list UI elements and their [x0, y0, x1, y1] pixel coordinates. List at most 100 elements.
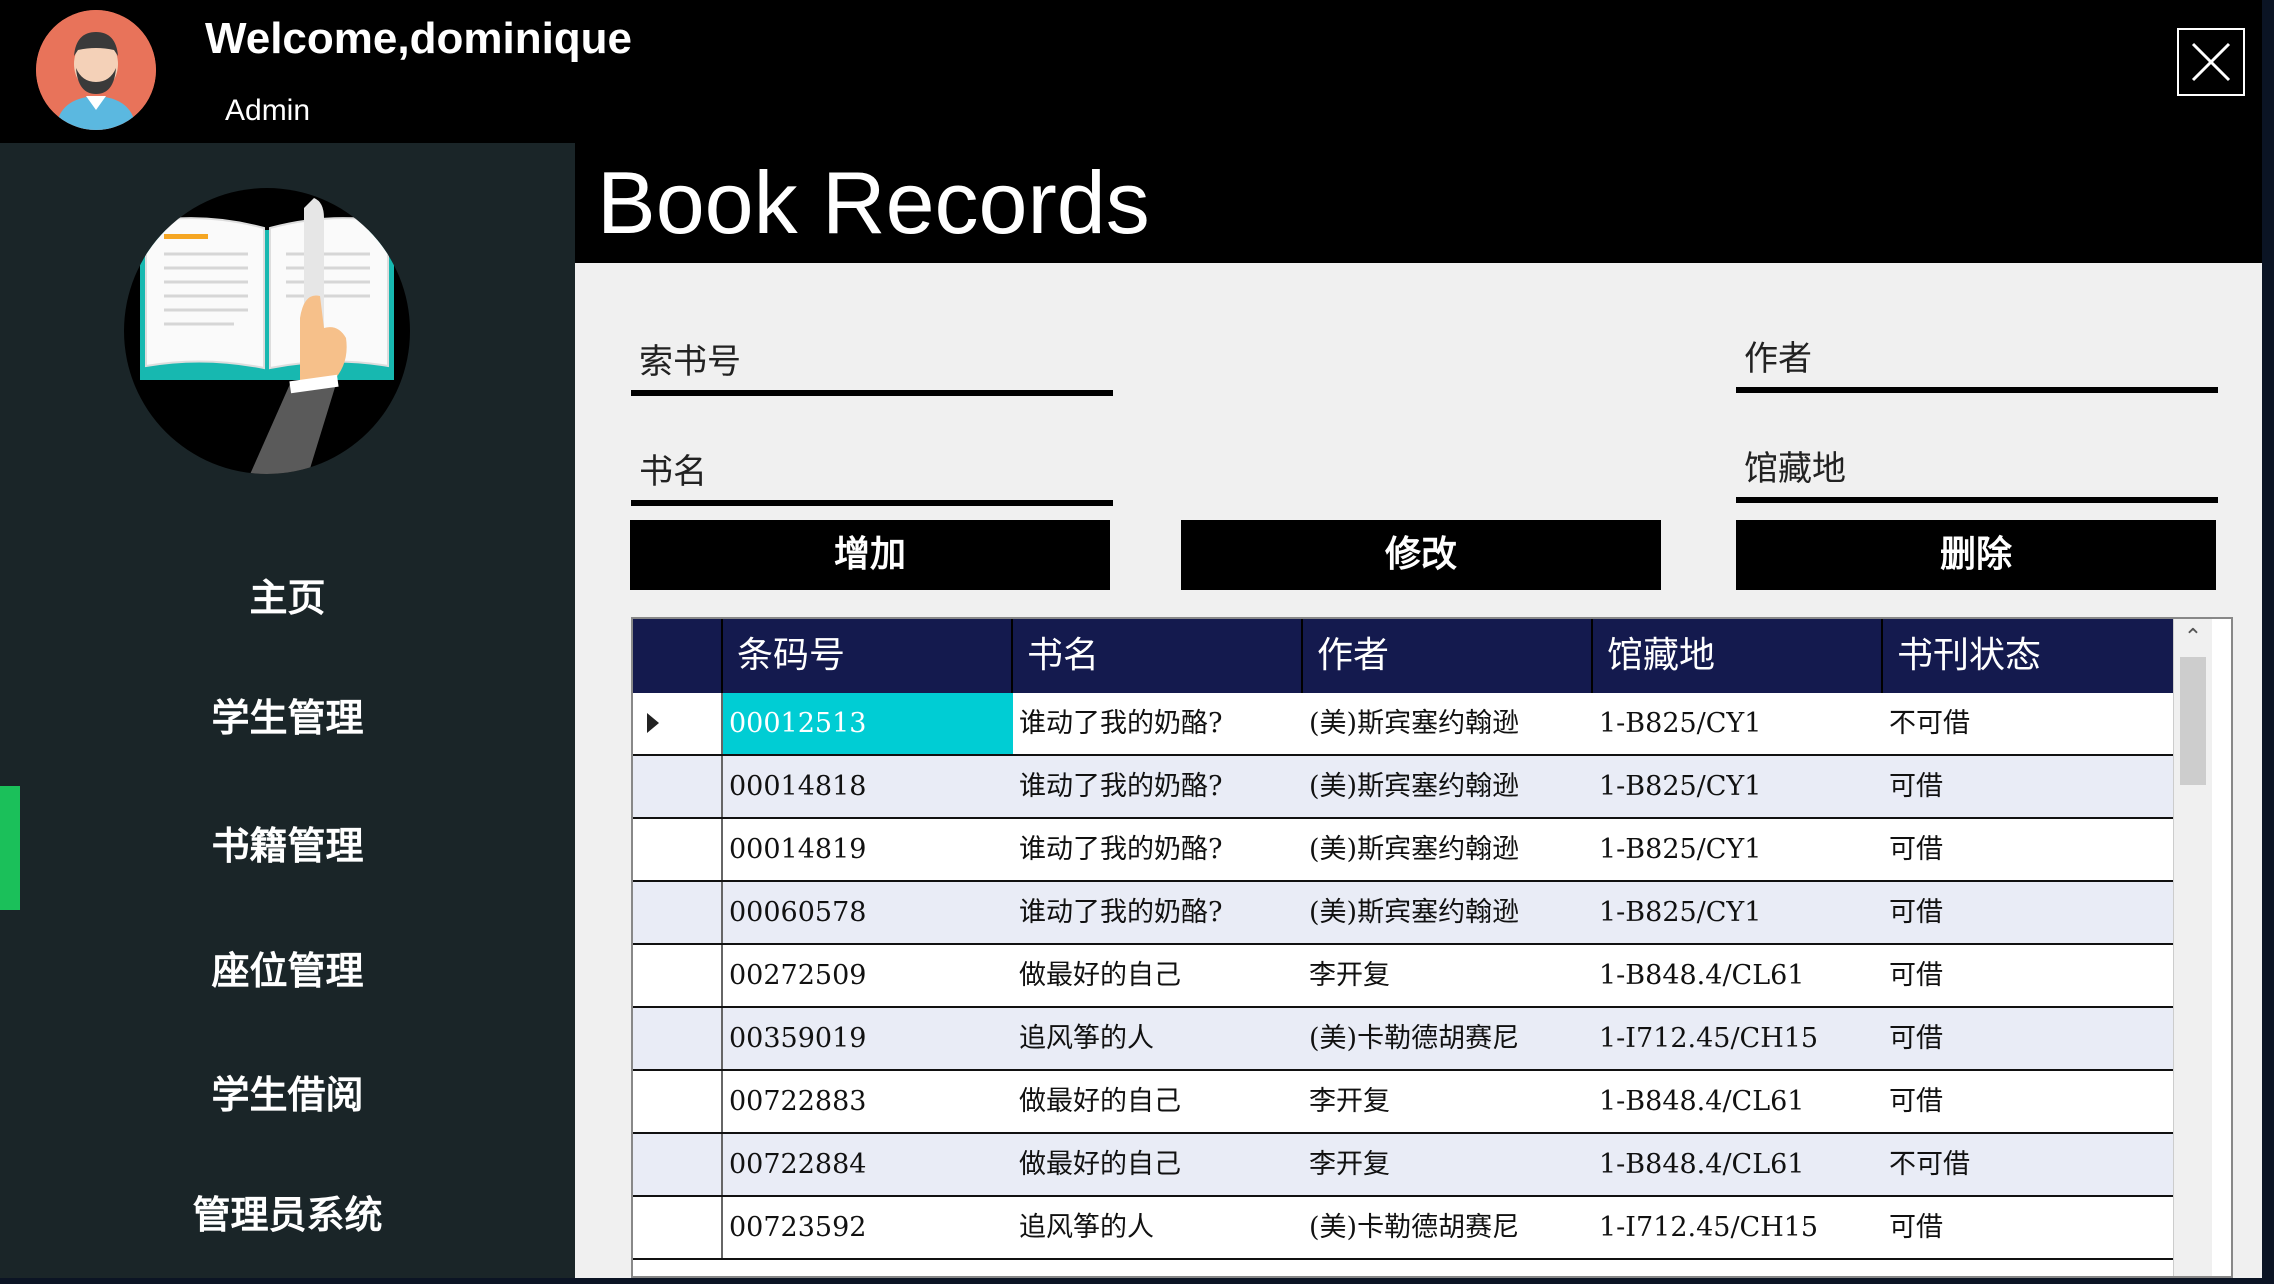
location-field[interactable]: 馆藏地	[1736, 413, 2222, 503]
cell-author[interactable]: 李开复	[1303, 1071, 1593, 1132]
column-header-location[interactable]: 馆藏地	[1593, 619, 1883, 693]
cell-title[interactable]: 做最好的自己	[1013, 1071, 1303, 1132]
cell-title[interactable]: 谁动了我的奶酪?	[1013, 756, 1303, 817]
user-role: Admin	[225, 94, 311, 127]
column-header-status[interactable]: 书刊状态	[1883, 619, 2173, 693]
cell-location[interactable]: 1-B825/CY1	[1593, 756, 1883, 817]
author-input[interactable]	[1736, 303, 2222, 389]
cell-author[interactable]: (美)卡勒德胡赛尼	[1303, 1008, 1593, 1069]
cell-status[interactable]: 可借	[1883, 756, 2173, 817]
cell-title[interactable]: 做最好的自己	[1013, 1134, 1303, 1195]
row-selector[interactable]	[633, 756, 723, 817]
cell-status[interactable]: 可借	[1883, 1071, 2173, 1132]
cell-barcode[interactable]: 00359019	[723, 1008, 1013, 1069]
cell-location[interactable]: 1-B825/CY1	[1593, 693, 1883, 754]
sidebar-item-admin-system[interactable]: 管理员系统	[0, 1170, 575, 1260]
cell-barcode[interactable]: 00722883	[723, 1071, 1013, 1132]
table-row[interactable]: 00272509 做最好的自己 李开复 1-B848.4/CL61 可借	[633, 945, 2173, 1008]
column-header-author[interactable]: 作者	[1303, 619, 1593, 693]
cell-status[interactable]: 可借	[1883, 1197, 2173, 1258]
cell-barcode[interactable]: 00014818	[723, 756, 1013, 817]
cell-status[interactable]: 不可借	[1883, 1134, 2173, 1195]
cell-author[interactable]: (美)卡勒德胡赛尼	[1303, 1197, 1593, 1258]
book-records-table[interactable]: 条码号 书名 作者 馆藏地 书刊状态 00012513 谁动了我的奶酪? (美)…	[631, 617, 2233, 1278]
row-selector[interactable]	[633, 1071, 723, 1132]
author-field[interactable]: 作者	[1736, 303, 2222, 393]
chevron-up-icon[interactable]: ⌃	[2174, 619, 2212, 657]
current-row-arrow-icon	[647, 713, 659, 733]
call-number-field[interactable]: 索书号	[631, 306, 1117, 396]
row-selector[interactable]	[633, 1197, 723, 1258]
cell-author[interactable]: (美)斯宾塞约翰逊	[1303, 756, 1593, 817]
cell-author[interactable]: (美)斯宾塞约翰逊	[1303, 819, 1593, 880]
cell-title[interactable]: 追风筝的人	[1013, 1197, 1303, 1258]
cell-status[interactable]: 可借	[1883, 945, 2173, 1006]
cell-barcode[interactable]: 00012513	[723, 693, 1013, 754]
edit-button[interactable]: 修改	[1181, 520, 1661, 590]
row-selector[interactable]	[633, 1134, 723, 1195]
table-row[interactable]: 00060578 谁动了我的奶酪? (美)斯宾塞约翰逊 1-B825/CY1 可…	[633, 882, 2173, 945]
row-selector[interactable]	[633, 819, 723, 880]
cell-author[interactable]: 李开复	[1303, 1134, 1593, 1195]
table-row[interactable]: 00359019 追风筝的人 (美)卡勒德胡赛尼 1-I712.45/CH15 …	[633, 1008, 2173, 1071]
cell-location[interactable]: 1-B825/CY1	[1593, 819, 1883, 880]
book-logo-icon	[124, 188, 410, 474]
app-window: Welcome,dominique Admin 主页 学生管理 书籍管理 座位管…	[0, 0, 2262, 1278]
sidebar-item-home[interactable]: 主页	[0, 553, 575, 643]
column-header-barcode[interactable]: 条码号	[723, 619, 1013, 693]
sidebar-item-book-management[interactable]: 书籍管理	[0, 801, 575, 891]
cell-title[interactable]: 谁动了我的奶酪?	[1013, 819, 1303, 880]
header-row-selector	[633, 619, 723, 693]
row-selector[interactable]	[633, 1008, 723, 1069]
table-row[interactable]: 00012513 谁动了我的奶酪? (美)斯宾塞约翰逊 1-B825/CY1 不…	[633, 693, 2173, 756]
cell-author[interactable]: (美)斯宾塞约翰逊	[1303, 693, 1593, 754]
sidebar: 主页 学生管理 书籍管理 座位管理 学生借阅 管理员系统	[0, 143, 575, 1278]
cell-title[interactable]: 追风筝的人	[1013, 1008, 1303, 1069]
table-row[interactable]: 00014818 谁动了我的奶酪? (美)斯宾塞约翰逊 1-B825/CY1 可…	[633, 756, 2173, 819]
cell-status[interactable]: 可借	[1883, 1008, 2173, 1069]
column-header-title[interactable]: 书名	[1013, 619, 1303, 693]
call-number-input[interactable]	[631, 306, 1117, 392]
cell-barcode[interactable]: 00723592	[723, 1197, 1013, 1258]
add-button[interactable]: 增加	[630, 520, 1110, 590]
cell-title[interactable]: 谁动了我的奶酪?	[1013, 882, 1303, 943]
table-row[interactable]: 00722884 做最好的自己 李开复 1-B848.4/CL61 不可借	[633, 1134, 2173, 1197]
cell-location[interactable]: 1-B848.4/CL61	[1593, 945, 1883, 1006]
main-content: 索书号 作者 书名 馆藏地 增加 修改 删除 条码号 书名 作者 馆藏地 书刊状…	[575, 263, 2262, 1278]
cell-barcode[interactable]: 00014819	[723, 819, 1013, 880]
cell-title[interactable]: 做最好的自己	[1013, 945, 1303, 1006]
close-button[interactable]	[2177, 28, 2245, 96]
cell-author[interactable]: (美)斯宾塞约翰逊	[1303, 882, 1593, 943]
table-row[interactable]: 00014819 谁动了我的奶酪? (美)斯宾塞约翰逊 1-B825/CY1 可…	[633, 819, 2173, 882]
user-avatar-icon	[36, 10, 156, 130]
row-selector[interactable]	[633, 882, 723, 943]
cell-location[interactable]: 1-I712.45/CH15	[1593, 1197, 1883, 1258]
page-title: Book Records	[597, 153, 1150, 252]
cell-location[interactable]: 1-B848.4/CL61	[1593, 1071, 1883, 1132]
cell-status[interactable]: 可借	[1883, 882, 2173, 943]
cell-barcode[interactable]: 00272509	[723, 945, 1013, 1006]
title-input[interactable]	[631, 416, 1117, 502]
cell-location[interactable]: 1-B825/CY1	[1593, 882, 1883, 943]
sidebar-item-student-management[interactable]: 学生管理	[0, 673, 575, 763]
sidebar-item-seat-management[interactable]: 座位管理	[0, 926, 575, 1016]
table-vertical-scrollbar[interactable]: ⌃	[2173, 619, 2212, 1276]
cell-status[interactable]: 不可借	[1883, 693, 2173, 754]
title-field[interactable]: 书名	[631, 416, 1117, 506]
cell-barcode[interactable]: 00060578	[723, 882, 1013, 943]
row-selector[interactable]	[633, 945, 723, 1006]
delete-button[interactable]: 删除	[1736, 520, 2216, 590]
row-selector[interactable]	[633, 693, 723, 754]
sidebar-item-student-borrowing[interactable]: 学生借阅	[0, 1050, 575, 1140]
cell-barcode[interactable]: 00722884	[723, 1134, 1013, 1195]
welcome-text: Welcome,dominique	[205, 14, 633, 63]
location-input[interactable]	[1736, 413, 2222, 499]
table-row[interactable]: 00722883 做最好的自己 李开复 1-B848.4/CL61 可借	[633, 1071, 2173, 1134]
cell-status[interactable]: 可借	[1883, 819, 2173, 880]
cell-author[interactable]: 李开复	[1303, 945, 1593, 1006]
scrollbar-thumb[interactable]	[2180, 657, 2206, 785]
cell-location[interactable]: 1-I712.45/CH15	[1593, 1008, 1883, 1069]
table-row[interactable]: 00723592 追风筝的人 (美)卡勒德胡赛尼 1-I712.45/CH15 …	[633, 1197, 2173, 1260]
cell-title[interactable]: 谁动了我的奶酪?	[1013, 693, 1303, 754]
cell-location[interactable]: 1-B848.4/CL61	[1593, 1134, 1883, 1195]
